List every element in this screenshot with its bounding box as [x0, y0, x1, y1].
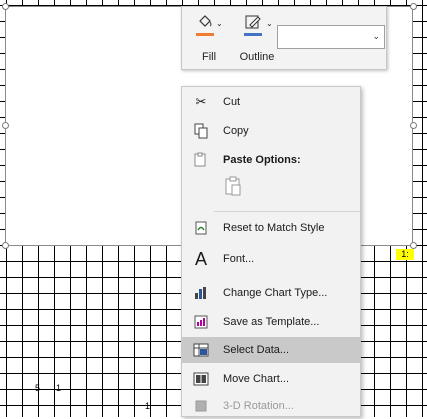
resize-handle-bottom-left[interactable]: [2, 242, 9, 249]
chart-element-select[interactable]: ⌄: [277, 25, 385, 49]
menu-item-change-chart-type[interactable]: Change Chart Type...: [182, 280, 360, 306]
select-data-icon: [193, 342, 209, 358]
menu-item-label: Move Chart...: [223, 373, 290, 385]
fill-label: Fill: [201, 51, 217, 63]
copy-icon: [193, 123, 209, 139]
menu-separator: [214, 211, 360, 212]
menu-item-label: Cut: [223, 96, 241, 108]
context-menu: ✂ Cut Copy Paste Options: Reset to Match…: [181, 86, 361, 417]
resize-handle-right[interactable]: [410, 122, 417, 129]
pen-icon: [244, 13, 262, 34]
chart-type-icon: [193, 285, 209, 301]
resize-handle-top-left[interactable]: [2, 3, 9, 10]
menu-heading-paste-options: Paste Options:: [182, 147, 360, 173]
chevron-down-icon: ⌄: [372, 31, 380, 41]
outline-label: Outline: [239, 51, 275, 63]
cell-value[interactable]: 5: [35, 383, 40, 393]
paint-bucket-icon: [196, 13, 214, 34]
paste-clipboard-icon: [225, 176, 241, 196]
fill-button[interactable]: ⌄ Fill: [188, 11, 230, 67]
menu-item-reset-style[interactable]: Reset to Match Style: [182, 215, 360, 241]
rotation-icon: [193, 398, 209, 414]
menu-item-3d-rotation[interactable]: 3-D Rotation...: [182, 393, 360, 419]
move-chart-icon: [193, 371, 209, 387]
scissors-icon: ✂: [195, 94, 207, 109]
menu-item-label: Paste Options:: [223, 154, 301, 166]
fill-color-swatch: [196, 33, 214, 36]
outline-button[interactable]: ⌄ Outline: [234, 11, 280, 67]
menu-item-label: Save as Template...: [223, 316, 320, 328]
outline-color-swatch: [244, 33, 262, 36]
menu-item-label: Font...: [223, 253, 255, 265]
menu-item-label: Change Chart Type...: [223, 287, 328, 299]
menu-item-label: Reset to Match Style: [223, 222, 325, 234]
reset-style-icon: [193, 220, 209, 236]
menu-item-font[interactable]: A Font...: [182, 246, 360, 272]
resize-handle-left[interactable]: [2, 122, 9, 129]
cell-value[interactable]: 1: [56, 383, 61, 393]
paste-icon: [193, 152, 209, 168]
template-icon: [193, 314, 209, 330]
menu-item-label: Select Data...: [223, 344, 290, 356]
chevron-down-icon: ⌄: [266, 19, 273, 28]
highlighted-cell[interactable]: 1:: [396, 249, 414, 260]
menu-item-label: 3-D Rotation...: [223, 400, 294, 412]
resize-handle-top-right[interactable]: [410, 3, 417, 10]
font-icon: A: [194, 249, 207, 269]
menu-item-cut[interactable]: ✂ Cut: [182, 89, 360, 115]
menu-item-select-data[interactable]: Select Data...: [182, 337, 360, 363]
menu-item-save-template[interactable]: Save as Template...: [182, 309, 360, 335]
paste-option-button[interactable]: [222, 175, 244, 197]
menu-item-move-chart[interactable]: Move Chart...: [182, 366, 360, 392]
cell-value[interactable]: 1: [145, 401, 150, 411]
resize-handle-bottom-right[interactable]: [410, 242, 417, 249]
menu-item-copy[interactable]: Copy: [182, 118, 360, 144]
menu-item-label: Copy: [223, 125, 249, 137]
chevron-down-icon: ⌄: [216, 19, 223, 28]
